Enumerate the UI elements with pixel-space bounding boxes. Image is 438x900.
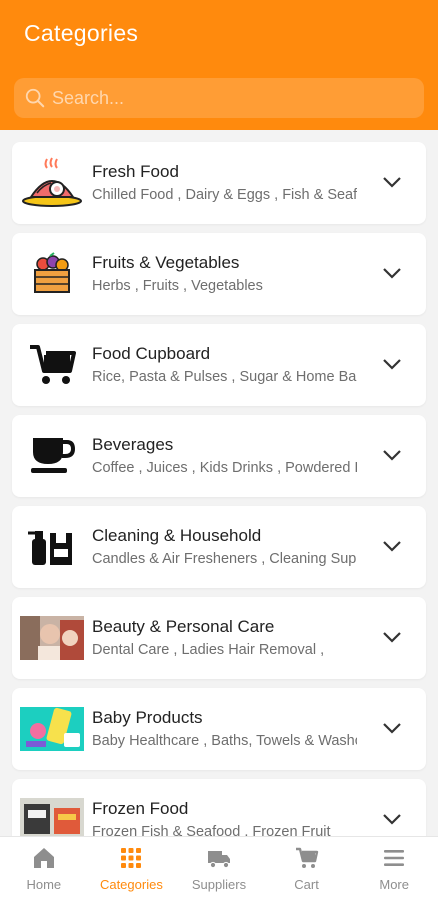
chevron-down-icon[interactable] <box>382 448 402 462</box>
category-name: Cleaning & Household <box>92 526 262 545</box>
page-title: Categories <box>24 20 139 46</box>
chevron-down-icon[interactable] <box>382 266 402 280</box>
category-card-fresh-food[interactable]: Fresh Food Chilled Food , Dairy & Eggs ,… <box>12 142 426 224</box>
cup-icon <box>20 428 84 484</box>
category-name: Beverages <box>92 435 174 454</box>
category-card-beauty-personal-care[interactable]: Beauty & Personal Care Dental Care , Lad… <box>12 597 426 679</box>
category-subcategories: Rice, Pasta & Pulses , Sugar & Home Baki… <box>92 369 357 385</box>
tab-cart[interactable]: Cart <box>263 837 351 900</box>
category-name: Fresh Food <box>92 162 179 181</box>
category-name: Beauty & Personal Care <box>92 617 275 636</box>
category-card-fruits-vegetables[interactable]: Fruits & Vegetables Herbs , Fruits , Veg… <box>12 233 426 315</box>
tab-label: Home <box>26 877 62 892</box>
shopping-cart-icon <box>20 337 84 393</box>
tab-label: Categories <box>99 877 163 892</box>
category-name: Food Cupboard <box>92 344 211 363</box>
grid-icon <box>121 848 142 868</box>
frozen-food-photo <box>20 792 84 836</box>
tab-label: More <box>379 877 409 892</box>
category-name: Baby Products <box>92 708 203 727</box>
category-subcategories: Dental Care , Ladies Hair Removal , <box>92 642 325 658</box>
cleaning-icon <box>20 519 84 575</box>
search-bar[interactable]: Search... <box>14 78 424 118</box>
category-card-baby-products[interactable]: Baby Products Baby Healthcare , Baths, T… <box>12 688 426 770</box>
chevron-down-icon[interactable] <box>382 630 402 644</box>
category-card-frozen-food[interactable]: Frozen Food Frozen Fish & Seafood , Froz… <box>12 779 426 836</box>
category-list[interactable]: Fresh Food Chilled Food , Dairy & Eggs ,… <box>0 130 438 836</box>
app-header: Categories Search... <box>0 0 438 130</box>
baby-products-photo <box>20 701 84 757</box>
chevron-down-icon[interactable] <box>382 812 402 826</box>
category-subcategories: Chilled Food , Dairy & Eggs , Fish & Sea… <box>92 187 357 203</box>
category-name: Frozen Food <box>92 799 189 818</box>
tab-more[interactable]: More <box>350 837 438 900</box>
tab-categories[interactable]: Categories <box>88 837 176 900</box>
tab-label: Suppliers <box>191 877 247 892</box>
menu-icon <box>384 850 405 866</box>
category-subcategories: Candles & Air Fresheners , Cleaning Supp… <box>92 551 357 567</box>
tab-suppliers[interactable]: Suppliers <box>175 837 263 900</box>
category-card-cleaning-household[interactable]: Cleaning & Household Candles & Air Fresh… <box>12 506 426 588</box>
fresh-food-icon <box>20 155 84 211</box>
category-subcategories: Coffee , Juices , Kids Drinks , Powdered… <box>92 460 357 476</box>
category-subcategories: Herbs , Fruits , Vegetables <box>92 278 263 294</box>
chevron-down-icon[interactable] <box>382 539 402 553</box>
cart-icon <box>295 847 318 868</box>
category-card-food-cupboard[interactable]: Food Cupboard Rice, Pasta & Pulses , Sug… <box>12 324 426 406</box>
bottom-tab-bar: Home Categories Suppliers Cart More <box>0 836 438 900</box>
category-subcategories: Baby Healthcare , Baths, Towels & Washcl… <box>92 733 357 749</box>
beauty-photo <box>20 610 84 666</box>
chevron-down-icon[interactable] <box>382 175 402 189</box>
category-name: Fruits & Vegetables <box>92 253 240 272</box>
search-input[interactable]: Search... <box>52 88 124 109</box>
category-subcategories: Frozen Fish & Seafood , Frozen Fruit <box>92 824 331 836</box>
tab-label: Cart <box>294 877 319 892</box>
search-icon <box>25 88 45 108</box>
fruit-basket-icon <box>20 246 84 302</box>
category-card-beverages[interactable]: Beverages Coffee , Juices , Kids Drinks … <box>12 415 426 497</box>
chevron-down-icon[interactable] <box>382 357 402 371</box>
truck-icon <box>207 851 230 869</box>
tab-home[interactable]: Home <box>0 837 88 900</box>
chevron-down-icon[interactable] <box>382 721 402 735</box>
home-icon <box>33 848 54 868</box>
